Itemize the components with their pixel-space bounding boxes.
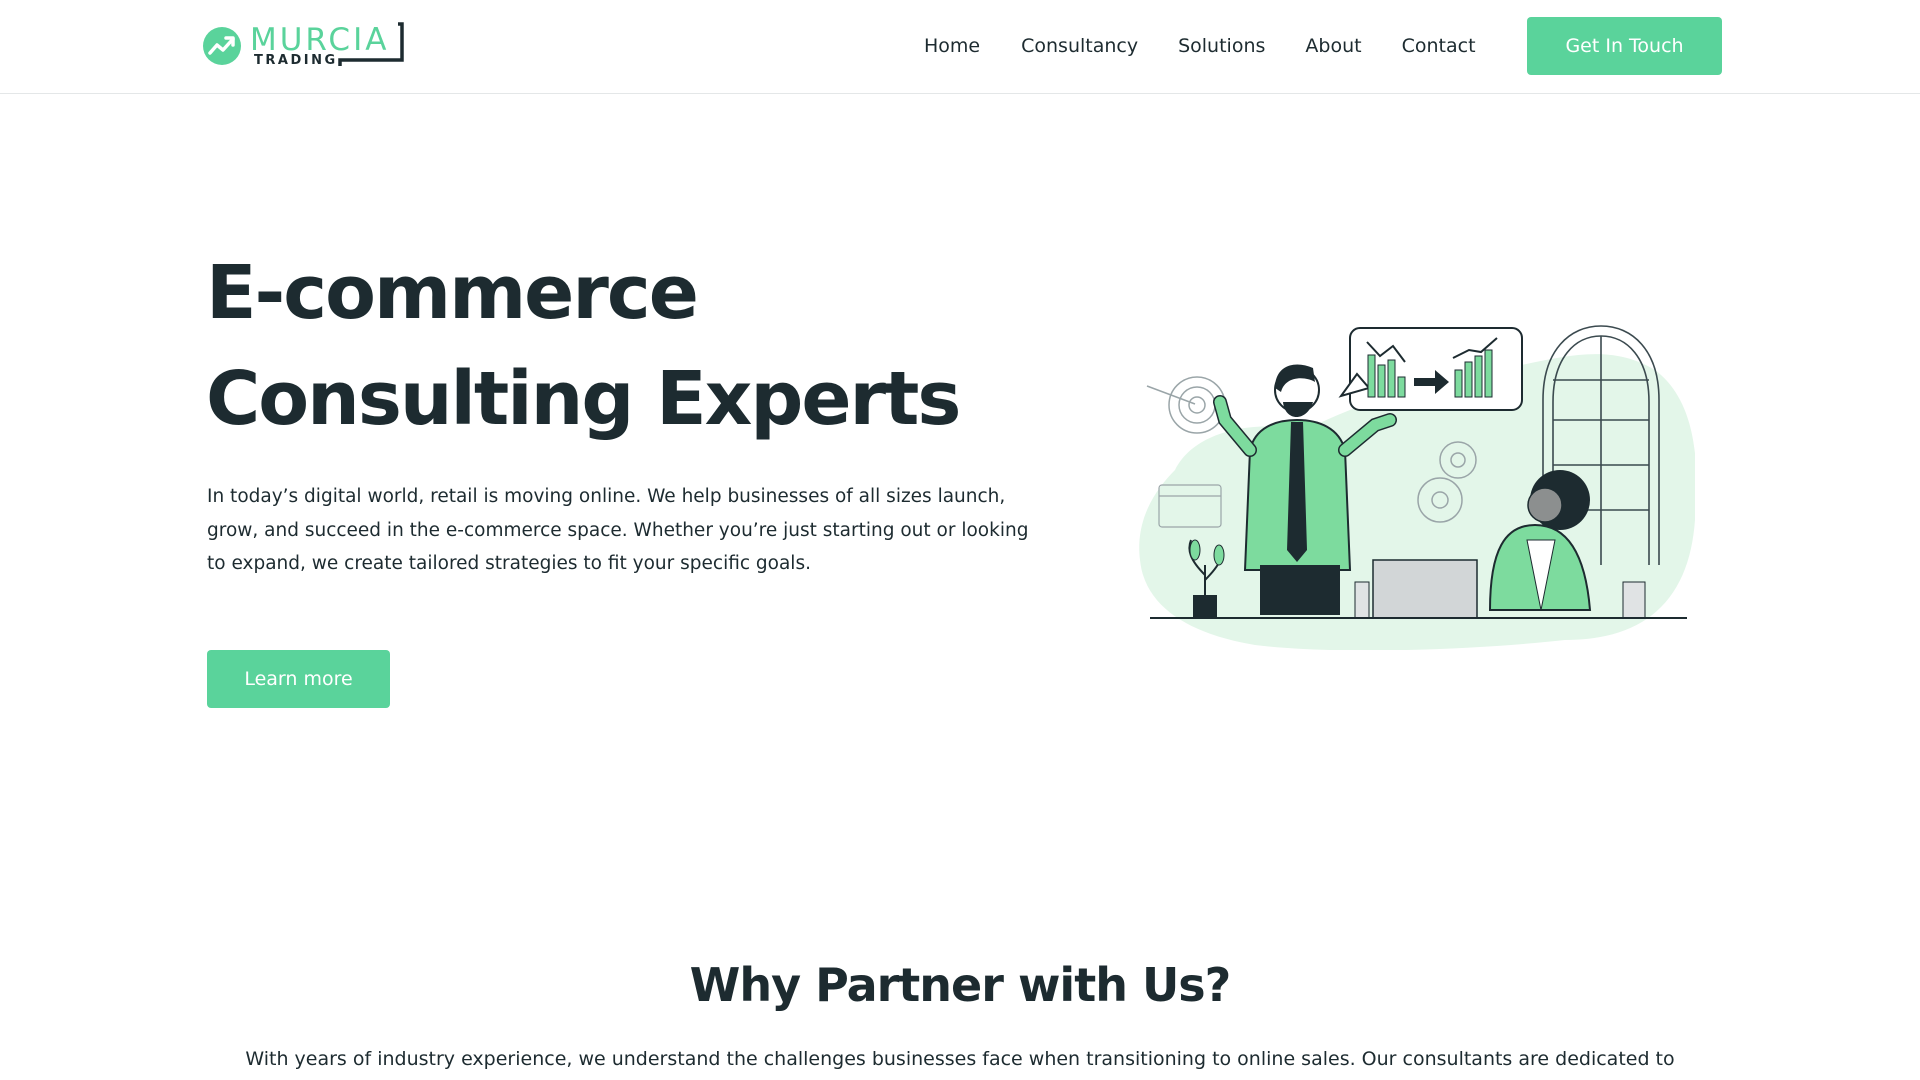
nav-about[interactable]: About [1305,32,1361,60]
business-consultants-illustration [1139,325,1695,650]
hero-title-line-2: Consulting Experts [206,356,961,442]
nav-consultancy[interactable]: Consultancy [1021,32,1138,60]
nav-contact[interactable]: Contact [1402,32,1476,60]
logo-bracket-decoration [338,22,404,66]
hero-description: In today’s digital world, retail is movi… [207,486,1029,574]
trending-up-logo-icon [203,27,241,65]
nav-home[interactable]: Home [924,32,980,60]
nav-solutions[interactable]: Solutions [1178,32,1265,60]
site-header: MURCIA TRADING Home Consultancy Solution… [0,0,1920,94]
murcia-trading-logo[interactable]: MURCIA TRADING [202,22,404,72]
get-in-touch-button[interactable]: Get In Touch [1527,17,1722,75]
hero-title-line-1: E-commerce [206,250,699,336]
logo-subtitle: TRADING [254,53,338,68]
hero-title: E-commerce Consulting Experts [206,240,966,452]
main-navigation: Home Consultancy Solutions About Contact [924,32,1516,60]
why-partner-text: With years of industry experience, we un… [245,1048,1675,1070]
learn-more-button[interactable]: Learn more [207,650,390,708]
why-partner-heading: Why Partner with Us? [689,958,1232,1012]
